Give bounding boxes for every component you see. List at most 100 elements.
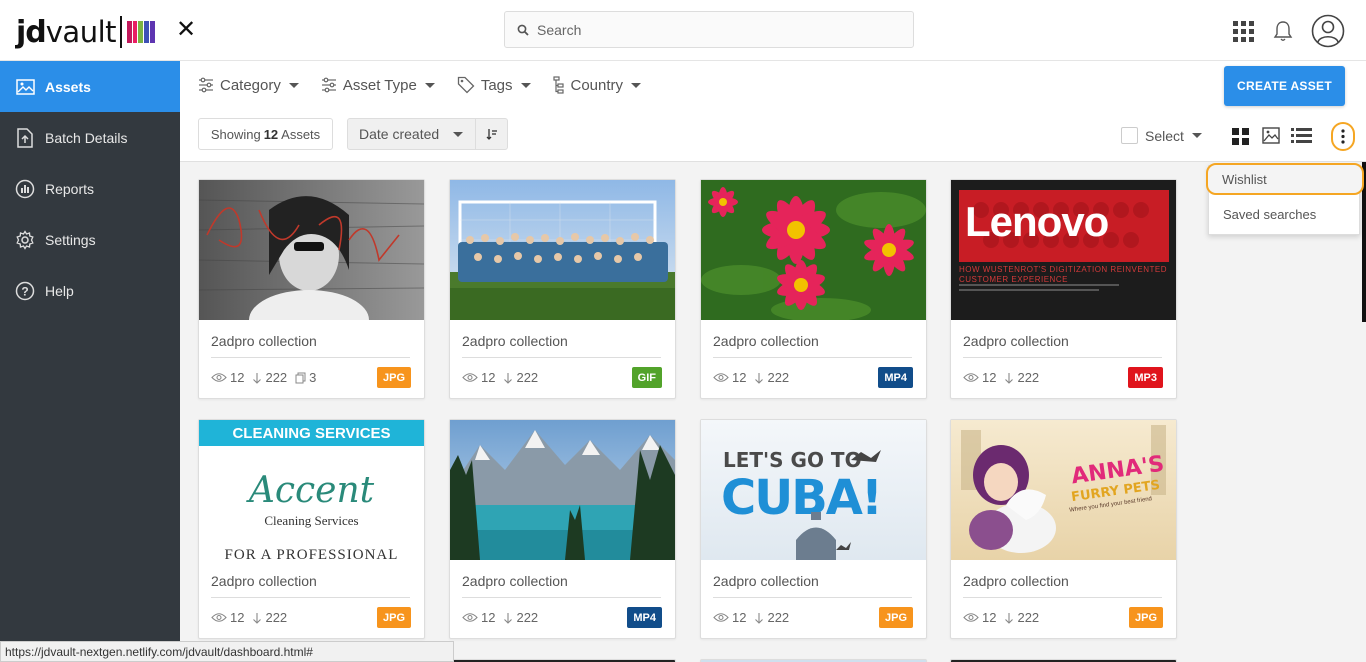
asset-stats: 12 222 [963,610,1047,625]
jdvault-logo[interactable]: jd vault [16,14,156,50]
more-options-button[interactable] [1331,122,1355,151]
view-count-value: 12 [982,370,997,385]
asset-type-filter-label: Asset Type [342,76,417,94]
category-filter[interactable]: Category [198,76,299,94]
view-count-value: 12 [732,370,747,385]
asset-title: 2adpro collection [713,573,819,589]
asset-thumbnail [450,180,675,320]
hierarchy-icon [552,76,564,94]
arrow-down-icon [755,372,764,384]
user-avatar-icon[interactable] [1311,14,1345,48]
logo-mark-bar [127,21,133,43]
download-count: 222 [1004,610,1039,625]
sidebar-item-label: Assets [45,78,91,95]
eye-icon [713,613,729,622]
asset-card[interactable]: Lenovo HOW WUSTENROT'S DIGITIZATION REIN… [950,179,1177,399]
file-type-badge: MP4 [627,607,662,628]
asset-stats: 12 222 [963,370,1047,385]
eye-icon [211,373,227,382]
copy-count-value: 3 [309,370,317,385]
sidebar-item-help[interactable]: ? Help [0,265,180,316]
download-count: 222 [1004,370,1039,385]
sidebar-item-label: Settings [45,231,96,248]
asset-count-suffix: Assets [281,126,321,142]
logo-mark-bar [144,21,150,43]
sort-dropdown[interactable]: Date created [348,126,475,142]
arrow-down-icon [504,372,513,384]
view-count-value: 12 [481,370,496,385]
download-count-value: 222 [265,610,288,625]
asset-card[interactable]: 2adpro collection 12 222 3 JPG [198,179,425,399]
asset-title: 2adpro collection [713,333,819,349]
tag-icon [457,76,475,94]
asset-count-number: 12 [263,126,279,142]
asset-thumbnail: LET'S GO TO CUBA! [701,420,926,560]
sidebar-item-settings[interactable]: Settings [0,214,180,265]
asset-card[interactable]: ANNA'S FURRY PETS Where you find your be… [950,419,1177,639]
accent-subtitle: Cleaning Services [264,513,359,528]
logo-vault-text: vault [45,15,117,49]
asset-type-filter[interactable]: Asset Type [321,76,435,94]
sidebar-item-batch-details[interactable]: Batch Details [0,112,180,163]
country-filter-label: Country [570,76,624,94]
asset-thumbnail [701,180,926,320]
arrow-down-icon [253,612,262,624]
menu-item-wishlist[interactable]: Wishlist [1206,163,1364,195]
tags-filter[interactable]: Tags [457,76,531,94]
sort-select[interactable]: Date created [347,118,508,150]
gear-icon [15,229,35,250]
sort-direction-button[interactable] [475,119,507,149]
asset-count: Showing 12 Assets [198,118,333,150]
asset-card[interactable]: LET'S GO TO CUBA! 2adpro collection 12 2… [700,419,927,639]
sidebar: Assets Batch Details Reports Settings ? … [0,61,180,662]
arrow-down-icon [755,612,764,624]
asset-card[interactable]: CLEANING SERVICES Accent Cleaning Servic… [198,419,425,639]
select-all-checkbox[interactable] [1121,127,1138,144]
asset-title: 2adpro collection [963,333,1069,349]
logo-mark-bar [133,21,138,43]
bell-icon[interactable] [1272,20,1294,42]
eye-icon [713,373,729,382]
arrow-down-icon [504,612,513,624]
sort-direction-icon [486,129,497,140]
image-view-icon[interactable] [1262,127,1280,144]
view-count: 12 [462,370,495,385]
view-count: 12 [211,610,244,625]
cleaning-services-banner: CLEANING SERVICES [199,420,424,446]
select-all[interactable]: Select [1121,127,1202,144]
download-count: 222 [503,610,538,625]
copy-icon [295,372,306,383]
chevron-down-icon [453,131,463,137]
search-box[interactable] [504,11,914,48]
view-count-value: 12 [481,610,496,625]
asset-card[interactable]: 2adpro collection 12 222 GIF [449,179,676,399]
lenovo-tagline: HOW WUSTENROT'S DIGITIZATION REINVENTED … [959,265,1167,284]
download-count-value: 222 [1017,610,1040,625]
apps-grid-icon[interactable] [1233,21,1254,42]
grid-view-icon[interactable] [1232,128,1249,145]
sidebar-item-reports[interactable]: Reports [0,163,180,214]
close-icon[interactable]: ✕ [176,18,196,42]
lenovo-brand-text: Lenovo [965,198,1109,245]
country-filter[interactable]: Country [552,76,642,94]
download-count-value: 222 [516,610,539,625]
view-count: 12 [963,610,996,625]
eye-icon [462,373,478,382]
create-asset-button[interactable]: CREATE ASSET [1224,66,1345,106]
asset-card[interactable]: 2adpro collection 12 222 MP4 [700,179,927,399]
download-count: 222 [252,610,287,625]
view-count-value: 12 [982,610,997,625]
file-type-badge: MP3 [1128,367,1163,388]
top-header: jd vault ✕ [0,0,1366,61]
menu-item-saved-searches[interactable]: Saved searches [1209,198,1361,230]
eye-icon [963,373,979,382]
card-divider [713,597,912,598]
arrow-down-icon [1005,612,1014,624]
list-view-icon[interactable] [1291,128,1312,143]
asset-card[interactable]: 2adpro collection 12 222 MP4 [449,419,676,639]
tags-filter-label: Tags [480,76,513,94]
sidebar-item-assets[interactable]: Assets [0,61,180,112]
view-count: 12 [713,370,746,385]
search-input[interactable] [537,21,877,38]
asset-title: 2adpro collection [211,573,317,589]
